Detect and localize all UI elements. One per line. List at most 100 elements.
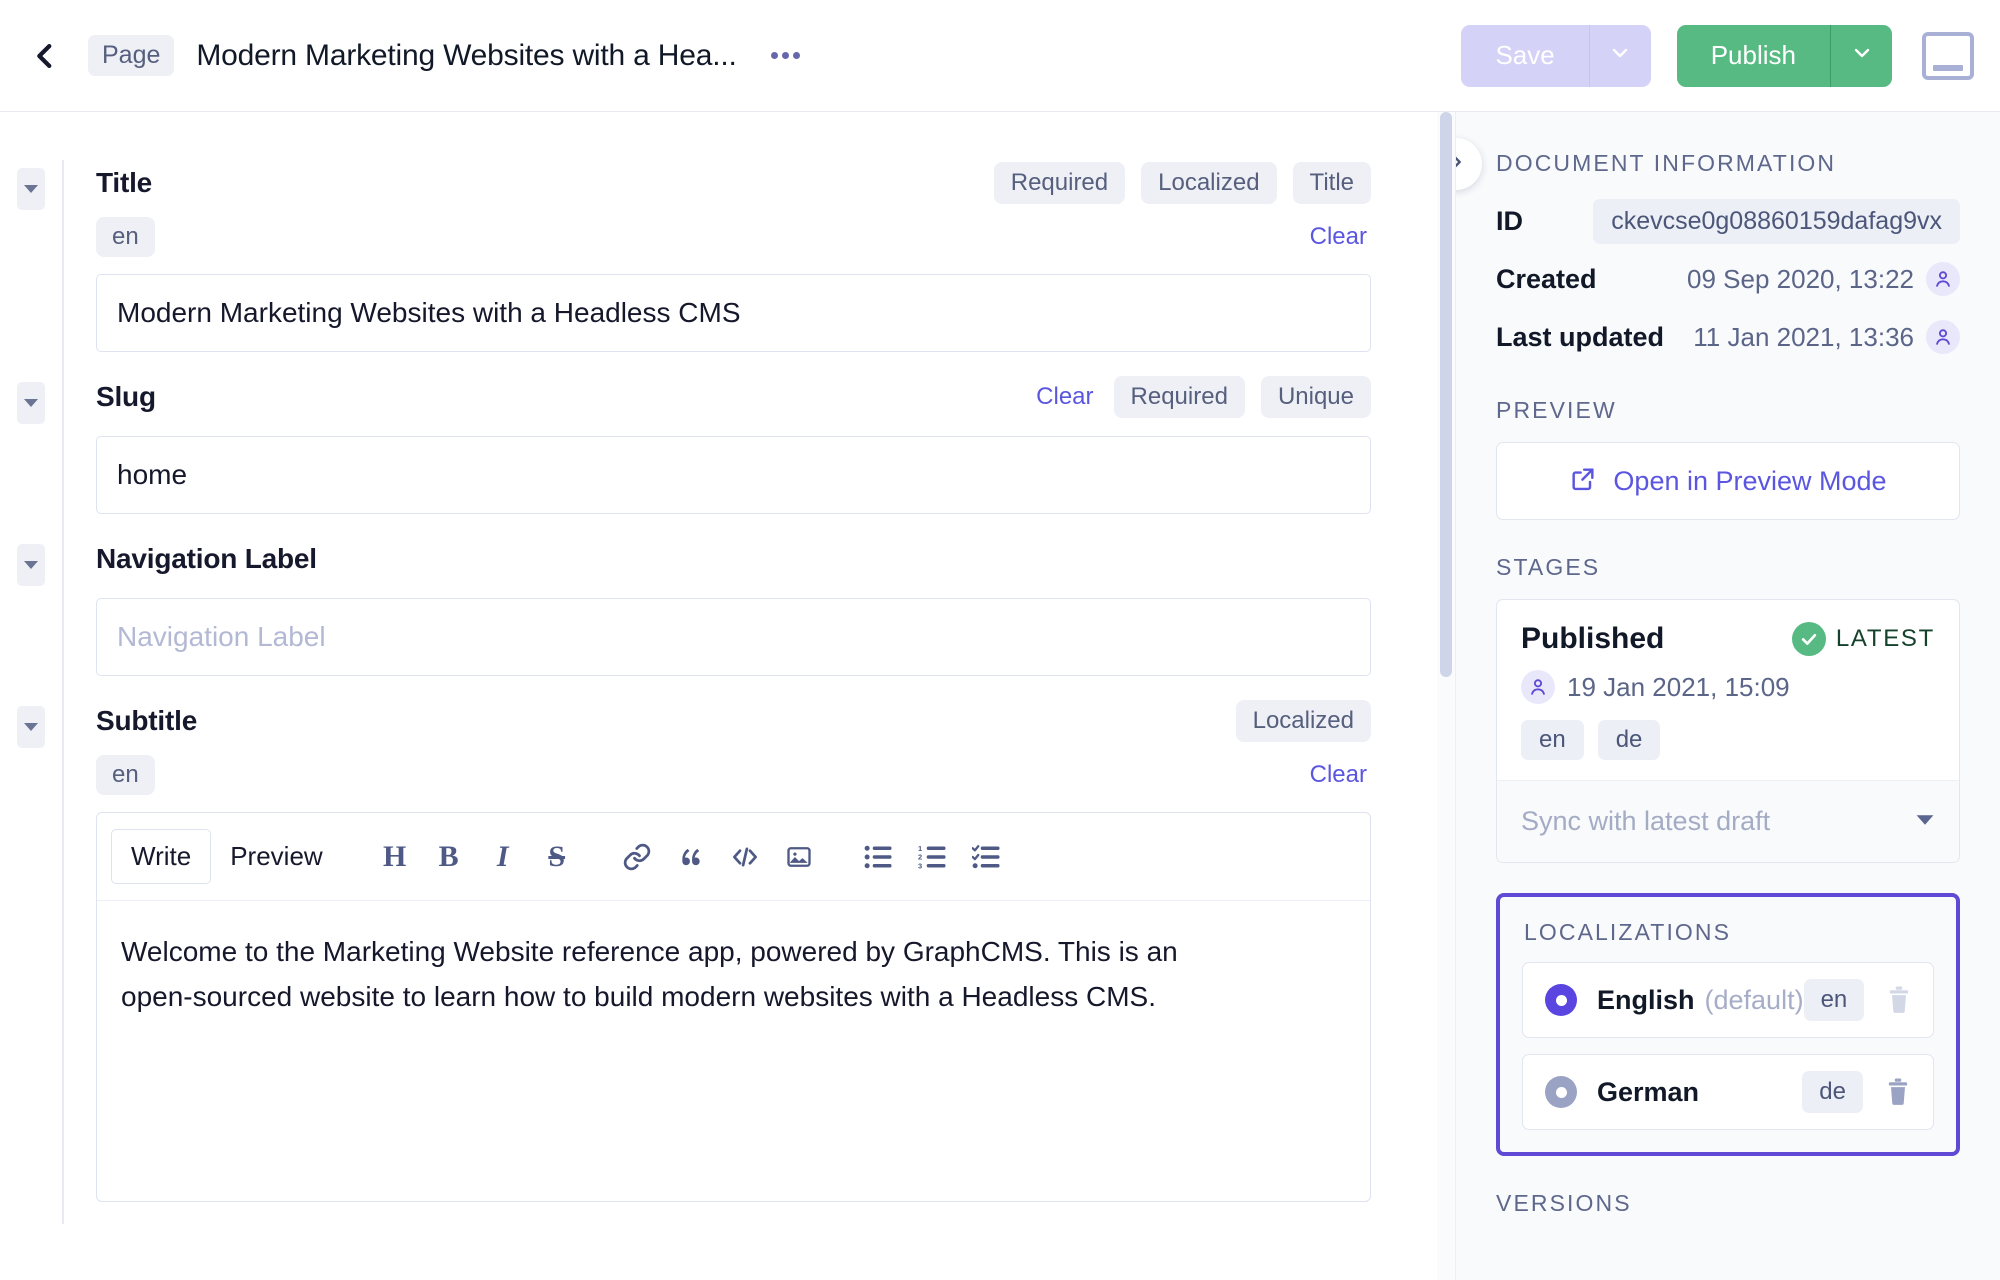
main-scrollbar-track[interactable] xyxy=(1437,112,1455,1280)
created-value: 09 Sep 2020, 13:22 xyxy=(1687,264,1914,295)
stage-name-row: Published LATEST xyxy=(1521,622,1935,656)
collapse-toggle-subtitle[interactable] xyxy=(17,706,45,748)
italic-icon[interactable]: I xyxy=(476,830,530,884)
section-title-versions: Versions xyxy=(1496,1190,1960,1217)
updated-by-avatar[interactable] xyxy=(1926,320,1960,354)
caret-down-icon xyxy=(1915,813,1935,831)
cms-editor-window: Page Modern Marketing Websites with a He… xyxy=(0,0,2000,1280)
back-button[interactable] xyxy=(18,29,72,83)
editor-body: Title Required Localized Title en Clear … xyxy=(0,112,2000,1280)
publish-split-button[interactable]: Publish xyxy=(1677,25,1892,87)
field-navigation-label-header: Navigation Label xyxy=(96,536,1437,582)
breadcrumb-page-chip[interactable]: Page xyxy=(88,35,174,76)
numbered-list-icon[interactable]: 123 xyxy=(906,830,960,884)
save-dropdown-button[interactable] xyxy=(1589,25,1651,87)
checklist-icon[interactable] xyxy=(960,830,1014,884)
publish-button[interactable]: Publish xyxy=(1677,25,1830,87)
radio-dot xyxy=(1556,1087,1567,1098)
markdown-editor: Write Preview H B I S xyxy=(96,812,1371,1202)
tag-localized: Localized xyxy=(1236,700,1371,742)
localizations-panel: Localizations English (default) en Germa… xyxy=(1496,893,1960,1156)
radio-unselected-icon[interactable] xyxy=(1545,1076,1577,1108)
dot-icon xyxy=(771,52,778,59)
stage-card-top: Published LATEST 19 Jan 2 xyxy=(1497,600,1959,780)
chevron-down-icon xyxy=(1608,41,1632,70)
stage-locale-chips: en de xyxy=(1521,720,1935,760)
editor-content-area[interactable]: Welcome to the Marketing Website referen… xyxy=(97,901,1370,1201)
localization-code-de: de xyxy=(1802,1071,1863,1113)
tag-localized: Localized xyxy=(1141,162,1276,204)
collapse-toggle-title[interactable] xyxy=(17,168,45,210)
save-button[interactable]: Save xyxy=(1461,25,1588,87)
publish-dropdown-button[interactable] xyxy=(1830,25,1892,87)
caret-down-icon xyxy=(23,560,39,570)
image-icon[interactable] xyxy=(772,830,826,884)
field-title: Title Required Localized Title en Clear … xyxy=(0,160,1437,374)
published-by-avatar[interactable] xyxy=(1521,670,1555,704)
clear-slug-button[interactable]: Clear xyxy=(1032,376,1097,418)
sync-with-latest-draft-label: Sync with latest draft xyxy=(1521,806,1770,837)
collapse-toggle-slug[interactable] xyxy=(17,382,45,424)
document-form: Title Required Localized Title en Clear … xyxy=(0,112,1437,1280)
bullet-list-icon[interactable] xyxy=(852,830,906,884)
clear-subtitle-button[interactable]: Clear xyxy=(1306,754,1371,796)
heading-icon[interactable]: H xyxy=(368,830,422,884)
sync-with-latest-draft-select[interactable]: Sync with latest draft xyxy=(1497,780,1959,862)
link-icon[interactable] xyxy=(610,830,664,884)
localization-item-german[interactable]: German de xyxy=(1522,1054,1934,1130)
field-list: Title Required Localized Title en Clear … xyxy=(0,112,1437,1224)
editor-toolbar: Write Preview H B I S xyxy=(97,813,1370,901)
chevron-right-icon xyxy=(1455,151,1467,178)
chevron-left-icon xyxy=(28,39,62,73)
slug-input[interactable]: home xyxy=(96,436,1371,514)
tab-write[interactable]: Write xyxy=(111,829,211,884)
stage-name: Published xyxy=(1521,622,1664,656)
section-title-document-information: Document Information xyxy=(1496,150,1960,177)
document-id-label: ID xyxy=(1496,206,1523,237)
svg-text:1: 1 xyxy=(918,844,922,853)
collapse-toggle-navigation-label[interactable] xyxy=(17,544,45,586)
quote-icon[interactable] xyxy=(664,830,718,884)
clear-title-button[interactable]: Clear xyxy=(1306,216,1371,258)
document-id-row: ID ckevcse0g08860159dafag9vx xyxy=(1496,195,1960,247)
open-in-preview-mode-button[interactable]: Open in Preview Mode xyxy=(1496,442,1960,520)
last-updated-label: Last updated xyxy=(1496,322,1664,353)
radio-dot xyxy=(1556,995,1567,1006)
navigation-label-input[interactable]: Navigation Label xyxy=(96,598,1371,676)
panel-toggle-button[interactable] xyxy=(1922,32,1974,80)
save-split-button[interactable]: Save xyxy=(1461,25,1650,87)
sidebar-collapse-handle[interactable] xyxy=(1455,138,1482,190)
radio-selected-icon[interactable] xyxy=(1545,984,1577,1016)
localization-item-english[interactable]: English (default) en xyxy=(1522,962,1934,1038)
stage-locale-chip-de[interactable]: de xyxy=(1598,720,1661,760)
strikethrough-icon[interactable]: S xyxy=(530,830,584,884)
code-icon[interactable] xyxy=(718,830,772,884)
document-id-value[interactable]: ckevcse0g08860159dafag9vx xyxy=(1593,199,1960,244)
delete-localization-icon[interactable] xyxy=(1882,986,1915,1014)
field-label: Title xyxy=(96,167,152,199)
field-title-locale-row: en Clear xyxy=(96,216,1437,258)
tag-required: Required xyxy=(994,162,1125,204)
check-circle-icon xyxy=(1792,622,1826,656)
localization-name: German xyxy=(1597,1077,1699,1108)
delete-localization-icon[interactable] xyxy=(1881,1078,1915,1106)
field-slug-header: Slug Clear Required Unique xyxy=(96,374,1437,420)
tab-preview[interactable]: Preview xyxy=(211,830,341,883)
latest-badge: LATEST xyxy=(1792,622,1935,656)
created-by-avatar[interactable] xyxy=(1926,262,1960,296)
field-subtitle-header: Subtitle Localized xyxy=(96,698,1437,744)
tag-title: Title xyxy=(1293,162,1371,204)
locale-chip-en[interactable]: en xyxy=(96,755,155,795)
more-options-button[interactable] xyxy=(767,44,804,67)
main-scrollbar-thumb[interactable] xyxy=(1440,112,1452,677)
collapse-column xyxy=(0,374,62,536)
locale-chip-en[interactable]: en xyxy=(96,217,155,257)
chevron-down-icon xyxy=(1850,41,1874,70)
caret-down-icon xyxy=(23,722,39,732)
title-input[interactable]: Modern Marketing Websites with a Headles… xyxy=(96,274,1371,352)
created-row: Created 09 Sep 2020, 13:22 xyxy=(1496,253,1960,305)
field-label: Slug xyxy=(96,381,156,413)
field-title-header: Title Required Localized Title xyxy=(96,160,1437,206)
stage-locale-chip-en[interactable]: en xyxy=(1521,720,1584,760)
bold-icon[interactable]: B xyxy=(422,830,476,884)
